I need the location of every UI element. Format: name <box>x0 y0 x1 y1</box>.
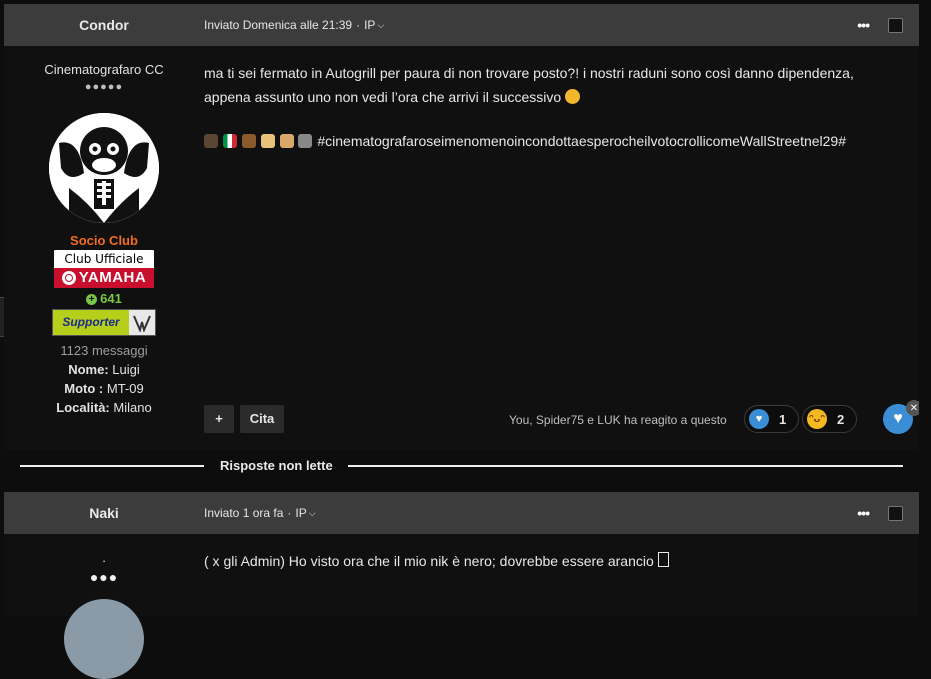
post-select-checkbox[interactable] <box>888 506 903 521</box>
person-emoji-icon <box>260 134 275 148</box>
reaction-count: 2 <box>837 411 845 427</box>
author-name[interactable]: Condor <box>4 4 204 46</box>
multiquote-plus-button[interactable]: + <box>204 405 234 433</box>
avatar[interactable] <box>64 599 144 679</box>
reputation-badge[interactable]: +641 <box>4 291 204 306</box>
club-ufficiale-badge: Club Ufficiale YAMAHA <box>54 250 154 288</box>
post-naki: Naki Inviato 1 ora fa · IP ⌵ ••• . ●●● (… <box>4 492 919 679</box>
unread-divider-label: Risposte non lette <box>220 458 333 473</box>
rank-title: . <box>102 550 106 565</box>
monkey-skeleton-avatar-icon <box>49 113 159 223</box>
field-value: MT-09 <box>106 381 144 396</box>
missing-glyph-icon <box>657 552 669 567</box>
post-text: ( x gli Admin) Ho visto ora che il mio n… <box>204 553 654 569</box>
post-date[interactable]: Inviato 1 ora fa <box>204 506 283 520</box>
post-meta: Inviato Domenica alle 21:39 · IP ⌵ <box>204 4 384 46</box>
post-content: ma ti sei fermato in Autogrill per paura… <box>204 61 904 153</box>
profile-field-name: Nome: Luigi <box>4 362 204 377</box>
rhino-emoji-icon <box>298 134 313 148</box>
field-label: Nome: <box>68 362 109 377</box>
meta-separator: · <box>356 18 361 32</box>
post-header: Naki Inviato 1 ora fa · IP ⌵ ••• <box>4 492 919 534</box>
post-meta: Inviato 1 ora fa · IP ⌵ <box>204 492 316 534</box>
yamaha-brand: YAMAHA <box>54 268 154 288</box>
member-group: Socio Club <box>70 233 138 248</box>
field-value: Milano <box>113 400 152 415</box>
field-value: Luigi <box>112 362 140 377</box>
chevron-down-icon[interactable]: ⌵ <box>309 508 316 519</box>
author-name[interactable]: Naki <box>4 492 204 534</box>
message-count: 1123 messaggi <box>60 343 148 358</box>
heart-reaction-icon: ♥ <box>749 409 769 429</box>
ellipsis-icon[interactable]: ••• <box>857 505 870 521</box>
post-header: Condor Inviato Domenica alle 21:39 · IP … <box>4 4 919 46</box>
post-text-line: ma ti sei fermato in Autogrill per paura… <box>204 65 854 81</box>
yamaha-logo-icon <box>61 271 76 285</box>
plus-circle-icon: + <box>86 294 98 305</box>
author-column: Cinematografaro CC ●●●●● Socio Club Club… <box>4 62 204 415</box>
relieved-face-emoji-icon <box>565 89 581 104</box>
meta-separator: · <box>287 506 292 520</box>
rank-pips: ●●● <box>89 569 119 585</box>
post-date[interactable]: Inviato Domenica alle 21:39 <box>204 18 352 32</box>
rank-pips: ●●●●● <box>84 81 124 93</box>
dog-emoji-icon <box>279 134 294 148</box>
profile-field-location: Località: Milano <box>4 400 204 415</box>
field-label: Località: <box>56 400 110 415</box>
post-text: appena assunto uno non vedi l’ora che ar… <box>204 89 562 105</box>
divider-line-right <box>348 465 903 467</box>
mt-logo-icon <box>129 310 155 335</box>
author-column: . ●●● <box>4 550 204 679</box>
post-select-checkbox[interactable] <box>888 18 903 33</box>
reacted-summary[interactable]: You, Spider75 e LUK ha reagito a questo <box>509 413 727 427</box>
ip-link[interactable]: IP <box>364 18 375 32</box>
ip-link[interactable]: IP <box>295 506 306 520</box>
supporter-badge: Supporter <box>52 309 156 336</box>
field-label: Moto : <box>64 381 104 396</box>
eagle-emoji-icon <box>204 134 218 148</box>
reaction-heart[interactable]: ♥ 1 <box>744 405 800 433</box>
monkey-emoji-icon <box>241 134 256 148</box>
signature-line: #cinematografaroseimenomenoincondottaesp… <box>204 129 904 153</box>
italy-flag-icon <box>222 134 237 148</box>
reaction-laugh[interactable]: ᵔᴗᵔ 2 <box>802 405 858 433</box>
ellipsis-icon[interactable]: ••• <box>857 17 870 33</box>
scrollbar[interactable] <box>919 0 931 616</box>
chevron-down-icon[interactable]: ⌵ <box>377 20 384 31</box>
reaction-count: 1 <box>779 411 787 427</box>
divider-line-left <box>20 465 204 467</box>
profile-field-moto: Moto : MT-09 <box>4 381 204 396</box>
post-text-line: appena assunto uno non vedi l’ora che ar… <box>204 85 904 109</box>
rank-title: Cinematografaro CC <box>44 62 164 77</box>
signature-hashtag: #cinematografaroseimenomenoincondottaesp… <box>317 133 847 149</box>
post-content: ( x gli Admin) Ho visto ora che il mio n… <box>204 549 904 573</box>
quote-button[interactable]: Cita <box>240 405 284 433</box>
post-condor: Condor Inviato Domenica alle 21:39 · IP … <box>4 4 922 450</box>
laugh-reaction-icon: ᵔᴗᵔ <box>807 409 827 429</box>
avatar[interactable] <box>49 113 159 223</box>
reputation-count: 641 <box>100 291 122 306</box>
yamaha-text: YAMAHA <box>78 269 147 286</box>
supporter-label: Supporter <box>53 310 129 335</box>
club-badge-title: Club Ufficiale <box>64 252 144 266</box>
